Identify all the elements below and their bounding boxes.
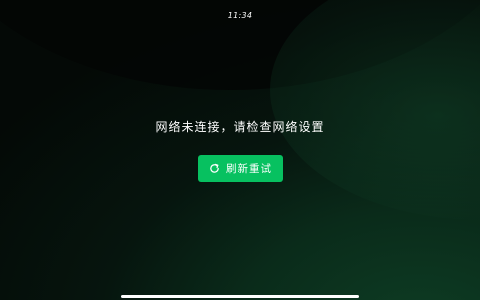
app-screen: 11:34 网络未连接，请检查网络设置 刷新重试: [0, 0, 480, 300]
network-error-message: 网络未连接，请检查网络设置: [155, 120, 325, 134]
home-indicator[interactable]: [121, 295, 359, 298]
refresh-icon: [209, 163, 220, 174]
retry-button-label: 刷新重试: [226, 163, 272, 175]
background-shape-right: [270, 0, 480, 220]
status-bar-time: 11:34: [227, 11, 253, 20]
retry-button[interactable]: 刷新重试: [198, 155, 283, 182]
